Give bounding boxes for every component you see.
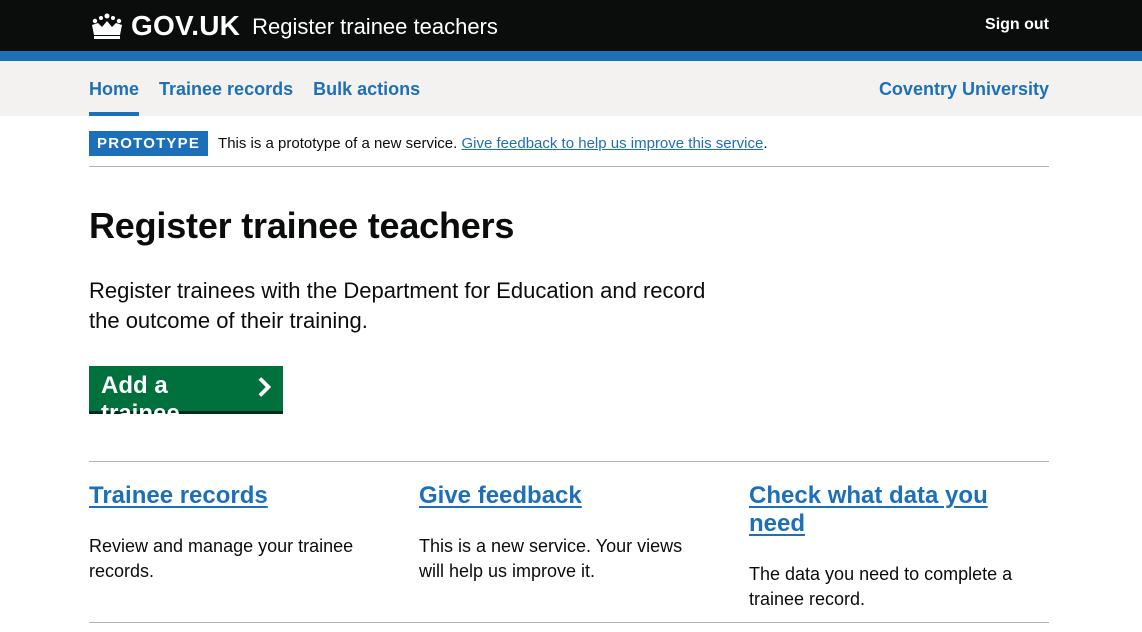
add-trainee-label: Add a trainee <box>101 372 180 427</box>
lead-paragraph: Register trainees with the Department fo… <box>89 278 706 333</box>
sign-out-link[interactable]: Sign out <box>985 16 1049 34</box>
crown-icon <box>92 13 122 39</box>
banner-text: This is a prototype of a new service. Gi… <box>218 135 767 152</box>
nav-item-bulk-actions[interactable]: Bulk actions <box>313 61 420 116</box>
page-title: Register trainee teachers <box>89 205 515 246</box>
card-description: Review and manage your trainee records. <box>89 536 354 581</box>
check-data-link[interactable]: Check what data you need <box>749 482 988 537</box>
give-feedback-link[interactable]: Give feedback <box>419 482 582 509</box>
card-description: The data you need to complete a trainee … <box>749 564 1013 609</box>
banner-end: . <box>763 135 768 152</box>
card-give-feedback: Give feedback This is a new service. You… <box>419 462 749 622</box>
organisation-link[interactable]: Coventry University <box>879 61 1049 116</box>
trainee-records-link[interactable]: Trainee records <box>89 482 268 509</box>
banner-message: This is a prototype of a new service. <box>218 135 458 152</box>
service-name[interactable]: Register trainee teachers <box>252 14 498 40</box>
prototype-tag: PROTOTYPE <box>89 131 209 156</box>
card-trainee-records: Trainee records Review and manage your t… <box>89 462 419 622</box>
card-check-data: Check what data you need The data you ne… <box>749 462 1049 622</box>
nav-item-home[interactable]: Home <box>89 61 140 116</box>
nav-item-trainee-records[interactable]: Trainee records <box>159 61 293 116</box>
govuk-logo-text[interactable]: GOV.UK <box>131 10 240 42</box>
feedback-link[interactable]: Give feedback to help us improve this se… <box>462 135 764 152</box>
card-description: This is a new service. Your views will h… <box>419 536 683 581</box>
site-header: GOV.UK Register trainee teachers Sign ou… <box>0 0 1142 51</box>
phase-banner: PROTOTYPE This is a prototype of a new s… <box>89 131 1049 167</box>
chevron-right-icon <box>258 377 271 397</box>
navigation-cards: Trainee records Review and manage your t… <box>89 461 1049 623</box>
primary-navigation: Home Trainee records Bulk actions Covent… <box>0 61 1142 116</box>
header-accent-bar <box>0 51 1142 61</box>
add-trainee-button[interactable]: Add a trainee <box>89 366 283 427</box>
